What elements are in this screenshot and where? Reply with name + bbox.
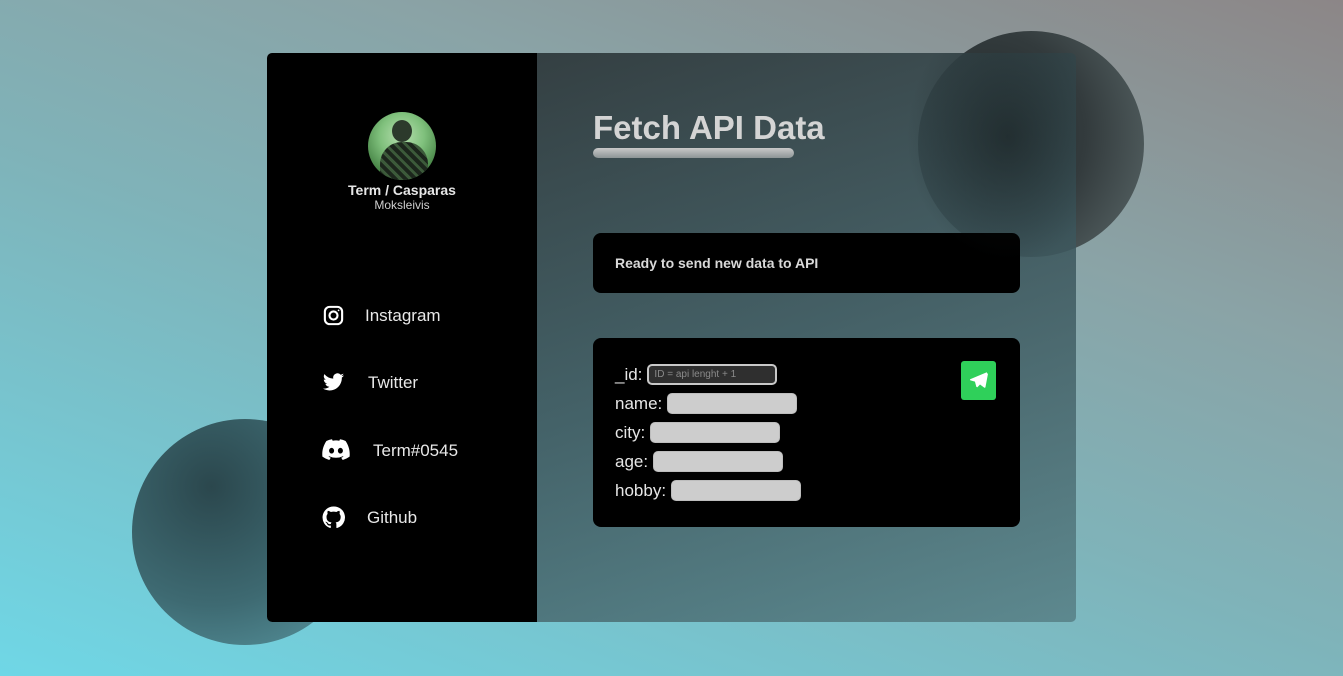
social-link-discord[interactable]: Term#0545: [322, 439, 458, 462]
avatar: [368, 112, 436, 180]
name-input[interactable]: [667, 393, 798, 414]
form-row-id: _id:: [615, 364, 778, 385]
field-label: name:: [615, 393, 663, 413]
profile-name: Term / Casparas: [348, 182, 456, 198]
page-title: Fetch API Data: [593, 109, 825, 146]
discord-icon: [322, 439, 350, 462]
social-label: Github: [367, 507, 418, 527]
main-card: Term / Casparas Moksleivis Instagram Twi…: [267, 53, 1076, 622]
social-link-instagram[interactable]: Instagram: [322, 304, 441, 327]
sidebar: Term / Casparas Moksleivis Instagram Twi…: [267, 53, 537, 622]
status-message: Ready to send new data to API: [615, 255, 819, 271]
hobby-input[interactable]: [671, 480, 802, 501]
field-label: _id:: [615, 364, 643, 384]
social-label: Instagram: [365, 305, 441, 325]
form-row-hobby: hobby:: [615, 480, 802, 501]
city-input[interactable]: [650, 422, 781, 443]
social-link-twitter[interactable]: Twitter: [322, 371, 418, 394]
twitter-icon: [322, 371, 345, 394]
title-underline: [593, 148, 794, 158]
social-link-github[interactable]: Github: [322, 506, 417, 529]
status-panel: Ready to send new data to API: [593, 233, 1020, 293]
data-form: _id: name: city: age: hobby:: [593, 338, 1020, 527]
field-label: hobby:: [615, 480, 667, 500]
form-row-age: age:: [615, 451, 784, 472]
paper-plane-icon: [969, 371, 988, 390]
instagram-icon: [322, 304, 345, 327]
id-input[interactable]: [647, 364, 778, 385]
send-button[interactable]: [961, 361, 996, 400]
social-label: Term#0545: [373, 440, 459, 460]
form-row-city: city:: [615, 422, 781, 443]
form-row-name: name:: [615, 393, 798, 414]
age-input[interactable]: [653, 451, 784, 472]
field-label: age:: [615, 451, 649, 471]
profile-subtitle: Moksleivis: [374, 198, 430, 212]
github-icon: [322, 506, 345, 529]
field-label: city:: [615, 422, 646, 442]
social-label: Twitter: [368, 372, 419, 392]
